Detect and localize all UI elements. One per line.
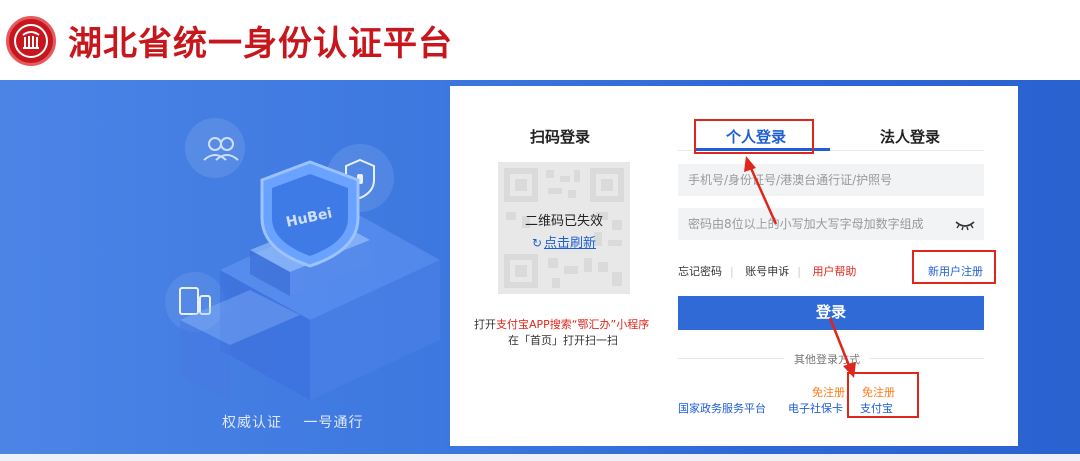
footer-strip	[0, 454, 1080, 461]
slogan: 权威认证 一号通行	[222, 412, 379, 432]
account-input[interactable]: 手机号/身份证号/港澳台通行证/护照号	[678, 164, 984, 196]
eye-closed-icon[interactable]	[954, 214, 976, 234]
qr-hint-highlight: 支付宝APP搜索“鄂汇办”小程序	[496, 318, 650, 331]
slogan-one-account: 一号通行	[303, 415, 364, 431]
header: 湖北省统一身份认证平台	[0, 0, 1080, 80]
forgot-password-link[interactable]: 忘记密码	[678, 265, 722, 278]
refresh-icon: ↻	[531, 236, 543, 250]
national-gov-platform-link[interactable]: 国家政务服务平台	[678, 400, 766, 416]
qr-hint-prefix: 打开	[474, 318, 496, 331]
site-title: 湖北省统一身份认证平台	[68, 24, 453, 64]
password-input[interactable]: 密码由8位以上的小写加大写字母加数字组成	[678, 208, 984, 240]
qr-login-title: 扫码登录	[530, 128, 591, 146]
qr-hint-line1: 打开支付宝APP搜索“鄂汇办”小程序	[474, 316, 649, 332]
qr-expired-text: 二维码已失效	[524, 214, 603, 229]
link-separator: |	[730, 265, 734, 278]
social-security-card-link[interactable]: 电子社保卡	[788, 400, 843, 416]
ssc-no-register-tag: 免注册	[812, 386, 845, 399]
login-card: 扫码登录 二维码已失效 ↻ 点击刷新 打开支付宝APP搜索“鄂汇办”小程序 在「…	[450, 86, 1018, 446]
account-appeal-link[interactable]: 账号申诉	[745, 265, 789, 278]
qr-refresh-label: 点击刷新	[544, 236, 597, 251]
annotation-box-tab	[694, 119, 814, 154]
user-help-link[interactable]: 用户帮助	[812, 265, 856, 278]
login-button[interactable]: 登录	[678, 296, 984, 330]
banner: HuBei 权威认证 一号通行 扫码登录 二维码已失效 ↻ 点击刷新 打开支付宝…	[0, 80, 1080, 454]
security-shield-illustration: HuBei	[165, 118, 440, 400]
tab-legal-login[interactable]: 法人登录	[880, 126, 940, 147]
annotation-box-alipay	[847, 372, 919, 418]
qr-code[interactable]: 二维码已失效 ↻ 点击刷新	[498, 162, 630, 294]
qr-refresh-link[interactable]: ↻ 点击刷新	[498, 232, 630, 251]
annotation-box-register	[912, 250, 996, 284]
qr-hint-line2: 在「首页」打开扫一扫	[508, 334, 618, 347]
divider-left	[678, 358, 784, 359]
link-separator: |	[797, 265, 801, 278]
account-links: 忘记密码 | 账号申诉 | 用户帮助	[678, 263, 864, 279]
divider-right	[870, 358, 984, 359]
logo-emblem-icon	[6, 16, 56, 66]
other-login-label: 其他登录方式	[794, 353, 860, 366]
slogan-authority: 权威认证	[222, 415, 282, 431]
